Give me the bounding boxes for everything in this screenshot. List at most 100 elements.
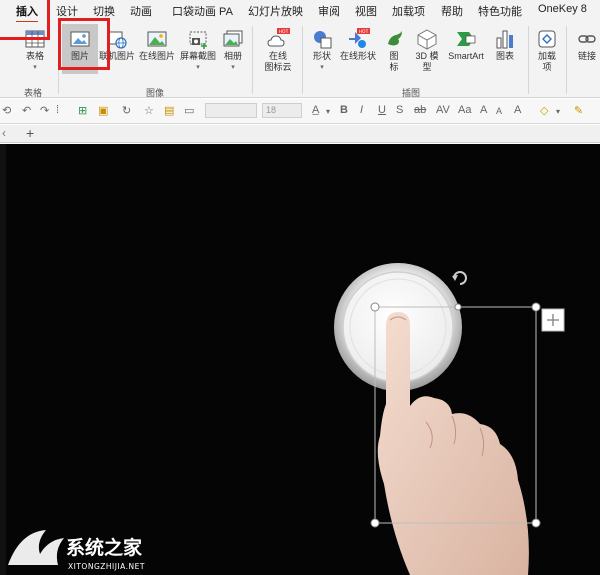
slide[interactable]: 系统之家 XITONGZHIJIA.NET (6, 144, 600, 575)
shadow-icon[interactable]: S (396, 104, 403, 116)
frame-icon[interactable]: ▭ (184, 104, 194, 117)
resize-handle[interactable] (370, 302, 380, 312)
online-picture-button[interactable]: 在线图片 (138, 28, 176, 62)
shape-fill-icon[interactable]: ▣ (98, 104, 108, 117)
bold-icon[interactable]: B (340, 104, 348, 116)
resize-handle[interactable] (531, 518, 541, 528)
group-label-image: 图像 (146, 88, 165, 98)
tab-pocket-animation[interactable]: 口袋动画 PA (172, 3, 233, 19)
picture-label: 图片 (70, 51, 89, 61)
bird-icon (388, 31, 402, 46)
link-icon (578, 35, 596, 43)
case-icon[interactable]: Aa (458, 104, 471, 116)
group-separator (58, 26, 59, 94)
shapes-button[interactable]: 形状 ▾ (308, 28, 336, 73)
3d-model-button[interactable]: 3D 模 型 (410, 28, 444, 73)
resize-handle[interactable] (454, 303, 462, 311)
screenshot-icon (189, 31, 207, 49)
textbox-icon[interactable]: ▤ (164, 104, 174, 117)
undo-icon[interactable]: ↶ (22, 104, 31, 117)
strikethrough-icon[interactable]: ab (414, 104, 426, 116)
tab-review[interactable]: 审阅 (318, 3, 340, 19)
rotate-handle-icon[interactable] (452, 271, 467, 285)
separator-dots-icon: ⁞ (56, 104, 60, 116)
chart-button[interactable]: 图表 (492, 28, 518, 62)
tab-animations[interactable]: 动画 (130, 3, 152, 19)
increase-font-icon[interactable]: A (480, 104, 487, 116)
online-picture-linked-button[interactable]: 联机图片 (98, 28, 136, 62)
addins-label-line1: 加载 (537, 51, 556, 61)
bar-chart-icon (496, 30, 513, 49)
star-icon[interactable]: ☆ (144, 104, 154, 117)
ribbon-tab-bar: 插入 设计 切换 动画 口袋动画 PA 幻灯片放映 审阅 视图 加载项 帮助 特… (0, 0, 600, 23)
resize-handle[interactable] (370, 518, 380, 528)
addins-icon (538, 30, 556, 48)
quick-format-toolbar: ⟲ ↶ ↷ ⁞ ⊞ ▣ ↻ ☆ ▤ ▭ 18 A̲ ▾ B I U S ab A… (0, 99, 600, 124)
album-dropdown-icon: ▾ (231, 64, 235, 71)
clear-format-icon[interactable]: A (514, 104, 521, 116)
redo-icon[interactable]: ↷ (40, 104, 49, 117)
screenshot-label: 屏幕截图 (179, 51, 216, 61)
tab-design[interactable]: 设计 (56, 3, 78, 19)
picture-icon (70, 31, 90, 47)
album-button[interactable]: 相册 ▾ (220, 28, 246, 73)
align-icon[interactable]: ⊞ (78, 104, 87, 117)
link-button[interactable]: 链接 (574, 28, 600, 62)
screenshot-button[interactable]: 屏幕截图 ▾ (178, 28, 218, 73)
tab-onekey[interactable]: OneKey 8 (538, 3, 587, 15)
online-icon-label-line2: 图标云 (264, 62, 292, 72)
screenshot-dropdown-icon: ▾ (196, 64, 200, 71)
addins-label-line2: 项 (542, 62, 552, 72)
group-label-illustrations: 插图 (402, 88, 421, 98)
shapes-label: 形状 (312, 51, 331, 61)
rotate-icon[interactable]: ↻ (122, 104, 131, 117)
tab-slideshow[interactable]: 幻灯片放映 (248, 3, 303, 19)
table-label: 表格 (25, 51, 44, 61)
shapes-icon (314, 31, 332, 49)
add-tab-icon[interactable]: + (26, 125, 34, 141)
group-separator (302, 26, 303, 94)
fill-color-dropdown-icon[interactable]: ▾ (556, 107, 560, 116)
spacing-icon[interactable]: AV (436, 104, 450, 116)
tab-transitions[interactable]: 切换 (93, 3, 115, 19)
font-size-box[interactable]: 18 (262, 103, 302, 118)
online-shapes-label: 在线形状 (339, 51, 376, 61)
decrease-font-icon[interactable]: A (496, 106, 502, 116)
underline-icon[interactable]: U (378, 104, 386, 116)
ribbon-body: 表格 ▾ 表格 图片 联机图片 在线图片 屏幕截图 ▾ 相册 ▾ 图像 HOT … (0, 22, 600, 98)
group-separator (528, 26, 529, 94)
tab-special[interactable]: 特色功能 (478, 3, 522, 19)
slide-canvas-area: 系统之家 XITONGZHIJIA.NET (0, 144, 600, 575)
resize-handle[interactable] (531, 302, 541, 312)
online-icon-label-line1: 在线 (268, 51, 287, 61)
italic-icon[interactable]: I (360, 104, 363, 116)
font-color-icon[interactable]: A̲ (312, 104, 319, 116)
watermark-text-en: XITONGZHIJIA.NET (68, 562, 145, 571)
chart-label: 图表 (495, 51, 514, 61)
slide-art: 系统之家 XITONGZHIJIA.NET (8, 263, 565, 575)
tab-addins[interactable]: 加载项 (392, 3, 425, 19)
smartart-button[interactable]: SmartArt (444, 28, 488, 62)
addins-button[interactable]: 加载 项 (534, 28, 560, 73)
font-color-dropdown-icon[interactable]: ▾ (326, 107, 330, 116)
outline-color-icon[interactable]: ✎ (574, 104, 583, 117)
fill-color-icon[interactable]: ◇ (540, 104, 548, 117)
picture-button[interactable]: 图片 (66, 28, 94, 62)
icons-button[interactable]: 图 标 (384, 28, 404, 73)
lasso-icon[interactable]: ⟲ (2, 104, 11, 117)
tab-help[interactable]: 帮助 (441, 3, 463, 19)
scroll-left-icon[interactable]: ‹ (2, 126, 6, 140)
tab-insert[interactable]: 插入 (16, 3, 38, 23)
table-button[interactable]: 表格 ▾ (20, 28, 50, 73)
cube-icon (417, 29, 437, 50)
tab-view[interactable]: 视图 (355, 3, 377, 19)
online-shapes-button[interactable]: HOT 在线形状 (338, 28, 378, 62)
watermark-logo: 系统之家 XITONGZHIJIA.NET (8, 530, 145, 571)
hot-badge: HOT (359, 29, 369, 35)
watermark-text-cn: 系统之家 (66, 536, 143, 559)
font-name-box[interactable] (205, 103, 257, 118)
quick-action-plus-button[interactable] (541, 308, 565, 332)
group-separator (566, 26, 567, 94)
icons-label-line1: 图 (389, 51, 399, 61)
online-icon-cloud-button[interactable]: HOT 在线 图标云 (258, 28, 298, 73)
